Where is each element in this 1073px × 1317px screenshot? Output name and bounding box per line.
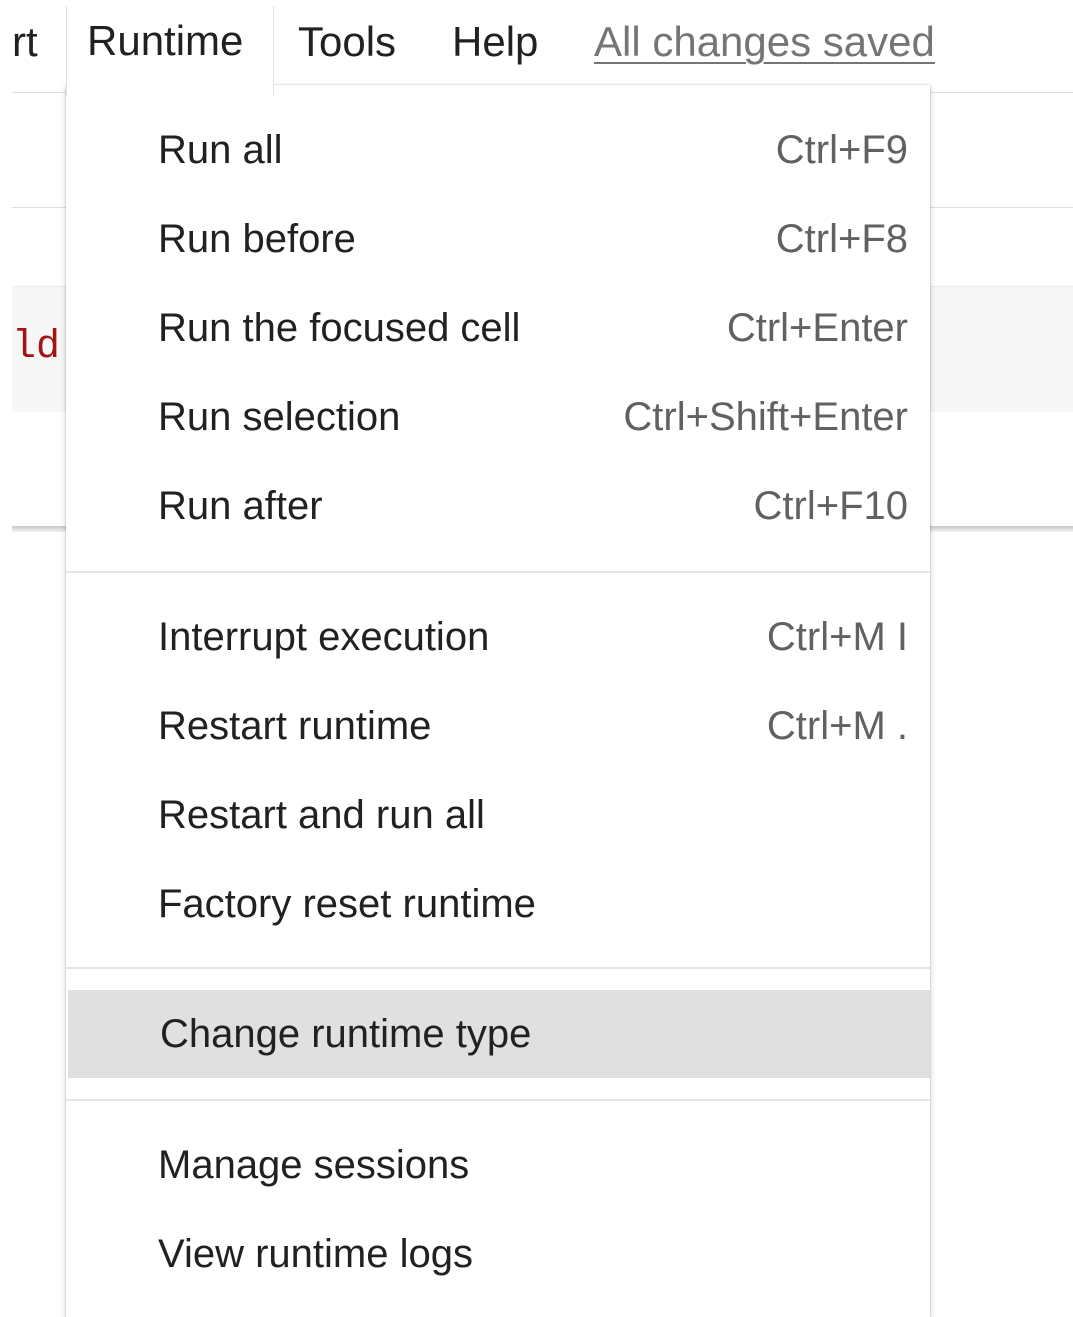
menu-item-label: Run all xyxy=(158,128,283,172)
menu-bar: rt Runtime Tools Help All changes saved xyxy=(0,0,1073,96)
menu-item-restart-runtime[interactable]: Restart runtime Ctrl+M . xyxy=(66,682,930,770)
menu-separator xyxy=(66,967,930,969)
menu-item-run-after[interactable]: Run after Ctrl+F10 xyxy=(66,462,930,550)
menu-item-run-selection[interactable]: Run selection Ctrl+Shift+Enter xyxy=(66,373,930,461)
menu-separator xyxy=(66,1099,930,1101)
menu-item-shortcut: Ctrl+F9 xyxy=(775,128,908,172)
menu-item-label: Factory reset runtime xyxy=(158,882,536,926)
runtime-dropdown-menu: Run all Ctrl+F9 Run before Ctrl+F8 Run the f… xyxy=(66,85,930,1317)
menu-item-manage-sessions[interactable]: Manage sessions xyxy=(66,1121,930,1209)
menu-item-run-before[interactable]: Run before Ctrl+F8 xyxy=(66,195,930,283)
menu-item-label: Run before xyxy=(158,217,356,261)
menu-item-run-the-focused-cell[interactable]: Run the focused cell Ctrl+Enter xyxy=(66,284,930,372)
menu-item-shortcut: Ctrl+M . xyxy=(766,704,908,748)
menu-tools[interactable]: Tools xyxy=(298,10,396,74)
menu-separator xyxy=(66,571,930,573)
menu-insert-partial[interactable]: rt xyxy=(12,10,52,74)
menu-item-label: Interrupt execution xyxy=(158,615,490,659)
menu-item-label: Change runtime type xyxy=(160,1012,532,1056)
menu-item-shortcut: Ctrl+Shift+Enter xyxy=(623,395,908,439)
menu-item-factory-reset-runtime[interactable]: Factory reset runtime xyxy=(66,860,930,948)
menu-item-run-all[interactable]: Run all Ctrl+F9 xyxy=(66,106,930,194)
menu-item-interrupt-execution[interactable]: Interrupt execution Ctrl+M I xyxy=(66,593,930,681)
menu-item-label: Run selection xyxy=(158,395,401,439)
menu-item-change-runtime-type[interactable]: Change runtime type xyxy=(68,990,930,1078)
menu-item-label: Manage sessions xyxy=(158,1143,470,1187)
menu-item-restart-and-run-all[interactable]: Restart and run all xyxy=(66,771,930,859)
save-status-link[interactable]: All changes saved xyxy=(594,10,935,74)
menu-item-label: Run the focused cell xyxy=(158,306,521,350)
menu-item-view-runtime-logs[interactable]: View runtime logs xyxy=(66,1210,930,1298)
menu-item-shortcut: Ctrl+Enter xyxy=(726,306,908,350)
menu-help[interactable]: Help xyxy=(452,10,538,74)
menu-runtime[interactable]: Runtime xyxy=(66,6,274,96)
menu-item-label: Restart and run all xyxy=(158,793,485,837)
menu-item-shortcut: Ctrl+M I xyxy=(766,615,908,659)
menu-item-label: View runtime logs xyxy=(158,1232,473,1276)
menu-item-label: Run after xyxy=(158,484,323,528)
menu-item-shortcut: Ctrl+F10 xyxy=(753,484,909,528)
menu-item-shortcut: Ctrl+F8 xyxy=(775,217,908,261)
menu-item-label: Restart runtime xyxy=(158,704,432,748)
